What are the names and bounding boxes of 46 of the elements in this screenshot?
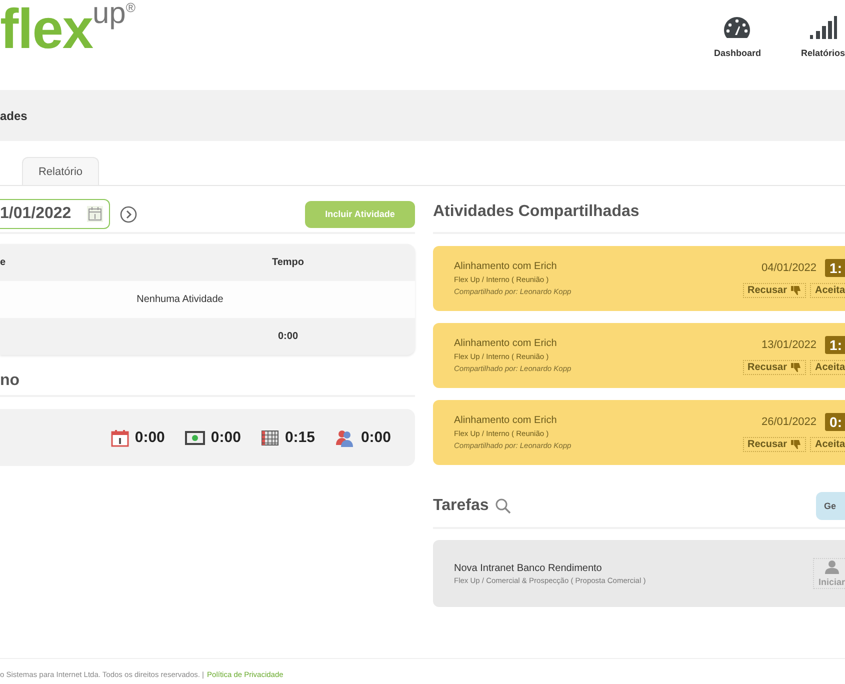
section-title: Atividades Compartilhadas bbox=[433, 203, 640, 221]
nav-link[interactable]: Relatórios bbox=[800, 16, 845, 58]
activity-title: Alinhamento com Erich bbox=[454, 261, 558, 272]
time-value: 0:00 bbox=[134, 429, 165, 446]
decline-button[interactable]: Recusar bbox=[742, 360, 806, 375]
tab[interactable]: Relatório bbox=[22, 157, 99, 185]
bars-icon bbox=[808, 16, 837, 40]
total-time: 0:00 bbox=[276, 331, 299, 342]
task-title: Nova Intranet Banco Rendimento bbox=[454, 562, 603, 574]
people-icon bbox=[334, 428, 355, 446]
section-title: Tarefas bbox=[433, 497, 489, 515]
activity-date: 13/01/2022 bbox=[761, 339, 817, 351]
thumbs-down-icon bbox=[790, 440, 801, 449]
nav-link[interactable]: Dashboard bbox=[714, 16, 761, 58]
screen-icon bbox=[184, 430, 205, 446]
empty-message: Nenhuma Atividade bbox=[136, 294, 224, 305]
table-icon bbox=[260, 430, 279, 446]
calendar-icon bbox=[110, 428, 129, 446]
person-icon bbox=[824, 560, 839, 574]
accept-button[interactable]: Aceita bbox=[810, 360, 845, 375]
section-title: no bbox=[0, 372, 20, 390]
decline-button[interactable]: Recusar bbox=[742, 437, 806, 452]
time-value: 0:00 bbox=[210, 429, 241, 446]
thumbs-down-icon bbox=[790, 286, 801, 295]
time-value: 0:00 bbox=[360, 429, 391, 446]
accept-button[interactable]: Aceita bbox=[810, 437, 845, 452]
time-badge: 0: bbox=[824, 413, 845, 431]
date-field[interactable]: 1/01/2022 bbox=[0, 199, 110, 229]
column-header: Tempo bbox=[270, 257, 306, 268]
activity-date: 04/01/2022 bbox=[761, 262, 817, 274]
time-value: 0:15 bbox=[284, 429, 315, 446]
search-icon[interactable] bbox=[494, 498, 511, 514]
time-badge: 1: bbox=[824, 259, 845, 277]
activity-title: Alinhamento com Erich bbox=[454, 415, 558, 426]
thumbs-down-icon bbox=[790, 363, 801, 372]
time-badge: 1: bbox=[824, 336, 845, 354]
column-header: e bbox=[0, 257, 7, 268]
decline-button[interactable]: Recusar bbox=[742, 283, 806, 298]
accept-button[interactable]: Aceita bbox=[810, 283, 845, 298]
calendar-icon bbox=[87, 206, 103, 222]
next-icon[interactable] bbox=[120, 206, 137, 222]
gauge-icon bbox=[723, 16, 752, 40]
manage-button[interactable]: Ge bbox=[816, 492, 845, 520]
activity-title: Alinhamento com Erich bbox=[454, 338, 558, 349]
page-title: ades bbox=[0, 108, 28, 122]
activity-date: 26/01/2022 bbox=[761, 416, 817, 428]
